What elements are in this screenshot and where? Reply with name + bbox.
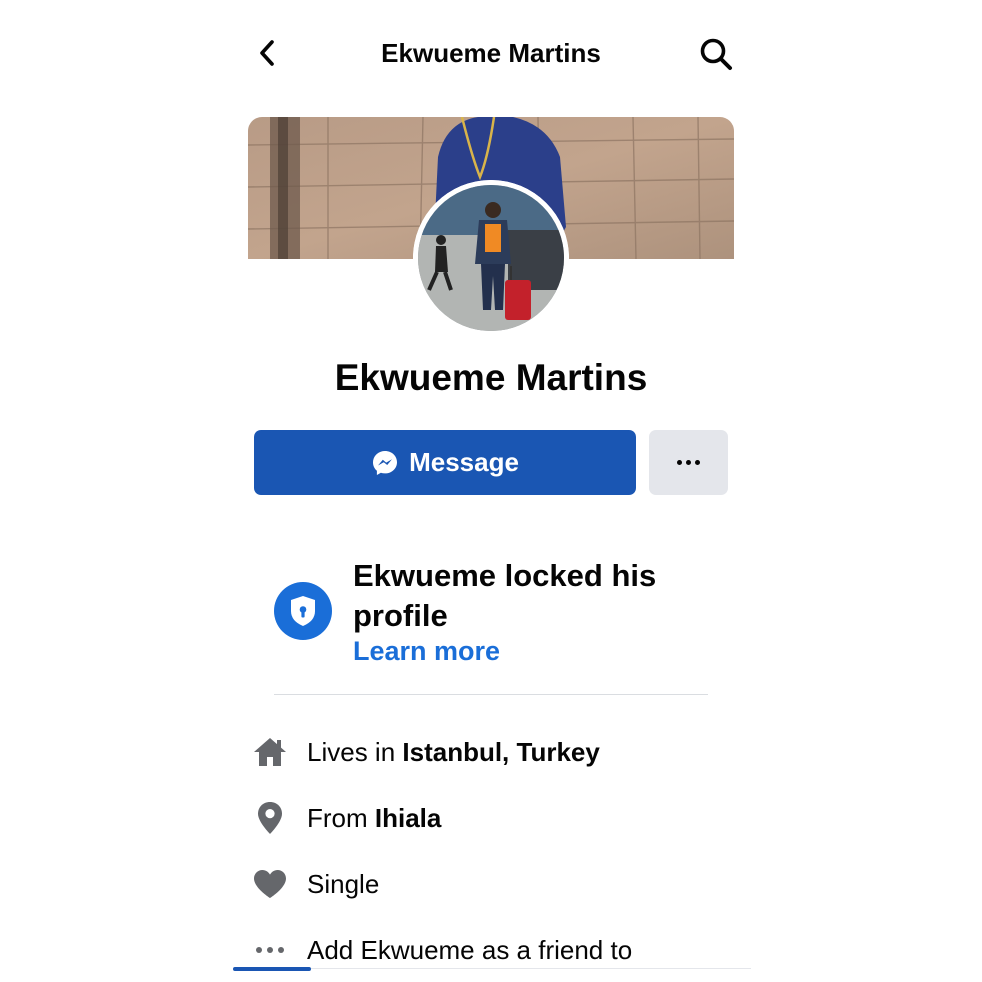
learn-more-link[interactable]: Learn more	[353, 634, 500, 668]
message-button[interactable]: Message	[254, 430, 636, 495]
bottom-divider	[311, 968, 751, 969]
add-friend-text: Add Ekwueme as a friend to	[307, 935, 633, 965]
chevron-left-icon	[260, 40, 274, 66]
heart-icon	[254, 870, 286, 898]
messenger-icon	[373, 450, 398, 475]
from-text: From Ihiala	[307, 803, 442, 833]
locked-profile-message: Ekwueme locked his profile	[353, 558, 657, 633]
profile-screen: Ekwueme Martins Ekwueme Martins Message …	[0, 0, 982, 982]
profile-name: Ekwueme Martins	[334, 357, 648, 398]
search-button[interactable]	[694, 32, 738, 76]
home-icon	[254, 738, 286, 766]
shield-lock-icon	[274, 582, 332, 640]
tab-indicator	[233, 967, 311, 971]
detail-add-friend[interactable]: Add Ekwueme as a friend to	[250, 930, 730, 970]
detail-relationship: Single	[250, 864, 730, 904]
detail-lives-in: Lives in Istanbul, Turkey	[250, 732, 730, 772]
back-button[interactable]	[250, 32, 284, 74]
lives-in-text: Lives in Istanbul, Turkey	[307, 737, 600, 767]
divider	[274, 694, 708, 695]
location-pin-icon	[258, 802, 282, 834]
more-dots-icon	[675, 460, 702, 465]
profile-picture[interactable]	[413, 180, 569, 336]
search-icon	[700, 38, 732, 70]
detail-from: From Ihiala	[250, 798, 730, 838]
more-dots-icon	[256, 947, 284, 953]
message-button-label: Message	[409, 447, 519, 477]
header-title: Ekwueme Martins	[381, 38, 601, 68]
relationship-text: Single	[307, 869, 380, 899]
more-options-button[interactable]	[649, 430, 728, 495]
